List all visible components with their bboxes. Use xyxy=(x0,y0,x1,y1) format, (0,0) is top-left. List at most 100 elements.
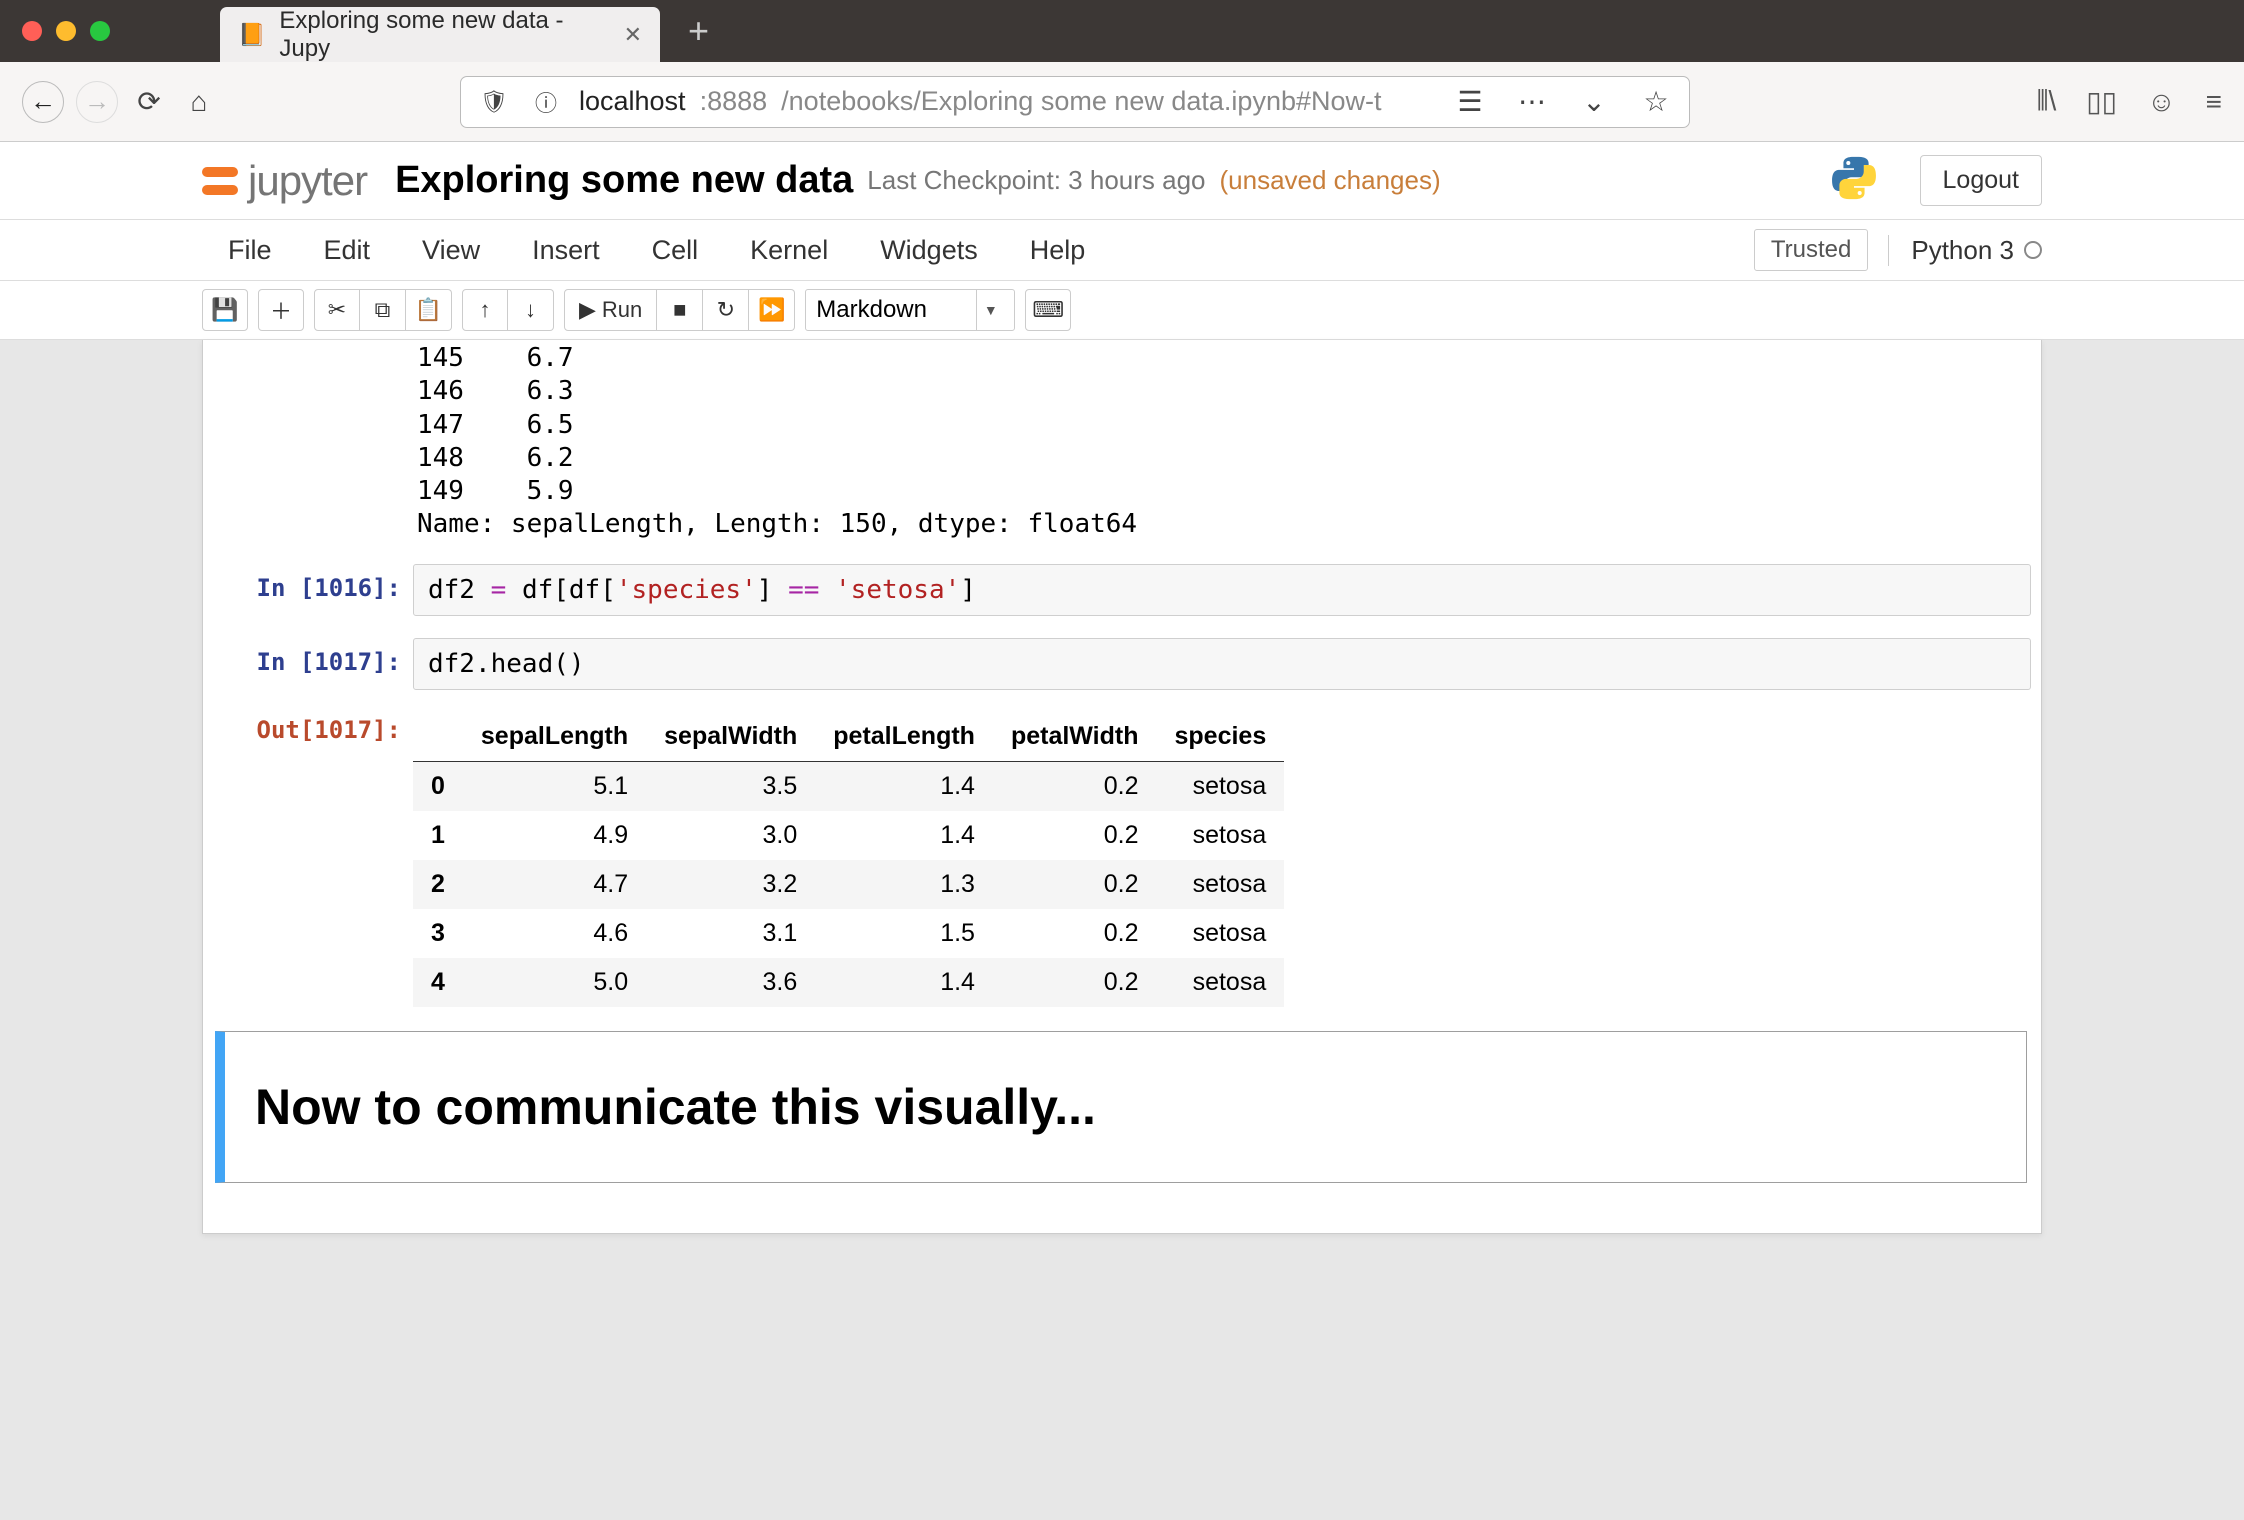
browser-tab[interactable]: 📙 Exploring some new data - Jupy ✕ xyxy=(220,7,660,62)
table-cell: 3.6 xyxy=(646,958,815,1007)
table-cell: 0.2 xyxy=(993,860,1157,909)
page-actions-icon[interactable]: ⋯ xyxy=(1513,85,1551,118)
restart-button[interactable]: ↻ xyxy=(703,289,749,331)
table-cell: 1.4 xyxy=(815,761,993,811)
menu-insert[interactable]: Insert xyxy=(506,235,626,266)
kernel-status-icon xyxy=(2024,241,2042,259)
checkpoint-status: Last Checkpoint: 3 hours ago xyxy=(867,165,1205,196)
library-icon[interactable]: ⫴\ xyxy=(2037,85,2057,118)
chevron-down-icon: ▼ xyxy=(976,290,1004,330)
logout-button[interactable]: Logout xyxy=(1920,155,2042,206)
celltype-value: Markdown xyxy=(816,296,927,324)
table-cell: 3.1 xyxy=(646,909,815,958)
table-cell: 0.2 xyxy=(993,909,1157,958)
url-port: :8888 xyxy=(700,86,768,117)
jupyter-logo[interactable]: jupyter xyxy=(202,157,367,205)
save-button[interactable]: 💾 xyxy=(202,289,248,331)
url-host: localhost xyxy=(579,86,686,117)
menu-cell[interactable]: Cell xyxy=(626,235,725,266)
jupyter-brand: jupyter xyxy=(248,157,367,205)
home-icon[interactable]: ⌂ xyxy=(180,86,218,118)
url-bar[interactable]: 🛡 ⓘ localhost:8888/notebooks/Exploring s… xyxy=(460,76,1690,128)
tab-title: Exploring some new data - Jupy xyxy=(279,7,609,63)
table-cell: setosa xyxy=(1157,860,1285,909)
table-cell: 5.1 xyxy=(463,761,646,811)
back-button[interactable]: ← xyxy=(22,81,64,123)
table-cell: 3.0 xyxy=(646,811,815,860)
python-logo-icon xyxy=(1828,152,1880,209)
table-column-header: sepalWidth xyxy=(646,712,815,762)
jupyter-logo-icon xyxy=(202,163,238,199)
table-cell: 5.0 xyxy=(463,958,646,1007)
reader-view-icon[interactable]: ☰ xyxy=(1451,85,1489,118)
output-prompt: Out[1017]: xyxy=(213,706,413,1007)
table-cell: 0.2 xyxy=(993,761,1157,811)
close-window-icon[interactable] xyxy=(22,21,42,41)
table-cell: 1.5 xyxy=(815,909,993,958)
close-tab-icon[interactable]: ✕ xyxy=(624,22,642,48)
table-cell: setosa xyxy=(1157,909,1285,958)
table-column-header: sepalLength xyxy=(463,712,646,762)
menu-kernel[interactable]: Kernel xyxy=(724,235,854,266)
forward-button[interactable]: → xyxy=(76,81,118,123)
notebook-title[interactable]: Exploring some new data xyxy=(395,159,853,202)
table-row: 34.63.11.50.2setosa xyxy=(413,909,1284,958)
unsaved-status: (unsaved changes) xyxy=(1220,165,1441,196)
notebook: 145 6.7 146 6.3 147 6.5 148 6.2 149 5.9 … xyxy=(202,340,2042,1234)
move-down-button[interactable]: ↓ xyxy=(508,289,554,331)
paste-button[interactable]: 📋 xyxy=(406,289,452,331)
reload-icon[interactable]: ⟳ xyxy=(130,85,168,118)
bookmark-star-icon[interactable]: ☆ xyxy=(1637,85,1675,118)
url-actions: ☰ ⋯ ⌄ ☆ xyxy=(1451,85,1675,118)
celltype-select[interactable]: Markdown ▼ xyxy=(805,289,1015,331)
cut-button[interactable]: ✂ xyxy=(314,289,360,331)
kernel-indicator[interactable]: Python 3 xyxy=(1888,235,2042,266)
trusted-indicator[interactable]: Trusted xyxy=(1754,229,1868,271)
notebook-area: 145 6.7 146 6.3 147 6.5 148 6.2 149 5.9 … xyxy=(0,340,2244,1354)
menu-icon[interactable]: ≡ xyxy=(2206,86,2222,118)
menu-help[interactable]: Help xyxy=(1004,235,1112,266)
table-cell: 3.5 xyxy=(646,761,815,811)
table-header-row: sepalLengthsepalWidthpetalLengthpetalWid… xyxy=(413,712,1284,762)
new-tab-button[interactable]: + xyxy=(688,10,709,52)
minimize-window-icon[interactable] xyxy=(56,21,76,41)
insert-cell-button[interactable]: ＋ xyxy=(258,289,304,331)
menu-view[interactable]: View xyxy=(396,235,506,266)
jupyter-header: jupyter Exploring some new data Last Che… xyxy=(0,142,2244,220)
command-palette-button[interactable]: ⌨ xyxy=(1025,289,1071,331)
menu-file[interactable]: File xyxy=(202,235,298,266)
menu-edit[interactable]: Edit xyxy=(298,235,397,266)
output-cell: Out[1017]: sepalLengthsepalWidthpetalLen… xyxy=(203,702,2041,1011)
table-cell: 1.3 xyxy=(815,860,993,909)
move-up-button[interactable]: ↑ xyxy=(462,289,508,331)
site-info-icon[interactable]: ⓘ xyxy=(527,86,565,118)
table-cell: 1.4 xyxy=(815,811,993,860)
shield-icon[interactable]: 🛡 xyxy=(475,89,513,115)
sidebar-icon[interactable]: ▯▯ xyxy=(2086,85,2117,118)
run-button[interactable]: ▶ Run xyxy=(564,289,657,331)
table-row: 45.03.61.40.2setosa xyxy=(413,958,1284,1007)
pocket-icon[interactable]: ⌄ xyxy=(1575,85,1613,118)
menubar: File Edit View Insert Cell Kernel Widget… xyxy=(0,220,2244,281)
interrupt-button[interactable]: ■ xyxy=(657,289,703,331)
window-controls xyxy=(22,21,110,41)
account-icon[interactable]: ☺ xyxy=(2147,86,2176,118)
browser-right-tools: ⫴\ ▯▯ ☺ ≡ xyxy=(2037,85,2222,118)
table-cell: 4.6 xyxy=(463,909,646,958)
notebook-icon: 📙 xyxy=(238,22,265,48)
markdown-cell[interactable]: Now to communicate this visually... xyxy=(215,1031,2027,1183)
code-input[interactable]: df2 = df[df['species'] == 'setosa'] xyxy=(413,564,2031,616)
table-cell: setosa xyxy=(1157,958,1285,1007)
browser-toolbar: ← → ⟳ ⌂ 🛡 ⓘ localhost:8888/notebooks/Exp… xyxy=(0,62,2244,142)
code-input[interactable]: df2.head() xyxy=(413,638,2031,690)
table-cell: setosa xyxy=(1157,761,1285,811)
copy-button[interactable]: ⧉ xyxy=(360,289,406,331)
table-cell: setosa xyxy=(1157,811,1285,860)
code-cell[interactable]: In [1016]: df2 = df[df['species'] == 'se… xyxy=(203,560,2041,620)
restart-run-all-button[interactable]: ⏩ xyxy=(749,289,795,331)
markdown-heading: Now to communicate this visually... xyxy=(255,1078,1996,1136)
maximize-window-icon[interactable] xyxy=(90,21,110,41)
menu-widgets[interactable]: Widgets xyxy=(854,235,1004,266)
toolbar: 💾 ＋ ✂ ⧉ 📋 ↑ ↓ ▶ Run ■ ↻ ⏩ Markdown ▼ ⌨ xyxy=(0,281,2244,340)
code-cell[interactable]: In [1017]: df2.head() xyxy=(203,634,2041,694)
